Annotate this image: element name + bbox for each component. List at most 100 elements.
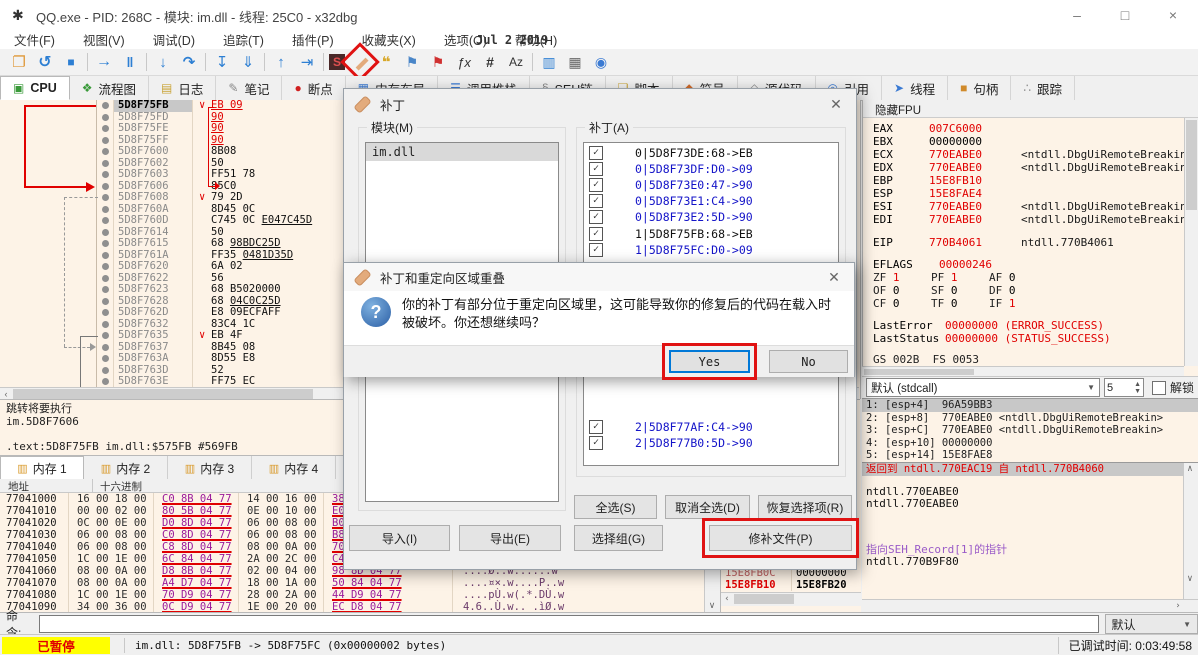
segment-registers-row[interactable]: GS 002B FS 0053	[863, 353, 1198, 366]
flag-cell[interactable]: PF 1	[931, 271, 989, 284]
dump-row[interactable]: 77041080 1C 00 1E 00 70 D9 04 77 28 00 2…	[0, 589, 720, 601]
breakpoint-gutter[interactable]	[96, 319, 113, 331]
instruction-bytes[interactable]: 8D55 E8	[193, 353, 255, 365]
register-row[interactable]: EBP 15E8FB10	[863, 174, 1198, 187]
patch-checkbox[interactable]: ✓	[589, 420, 603, 434]
patch-checkbox[interactable]: ✓	[589, 227, 603, 241]
instruction-address[interactable]: 5D8F7635	[113, 330, 193, 342]
close-icon[interactable]: ✕	[826, 96, 846, 113]
view-tab[interactable]: ✎ 笔记	[216, 76, 282, 100]
flag-cell[interactable]: ZF 1	[873, 271, 931, 284]
toolbar-icon[interactable]: →	[93, 51, 115, 73]
argument-row[interactable]: 4: [esp+10] 00000000	[862, 437, 1198, 450]
deselect-all-button[interactable]: 取消全选(D)	[665, 495, 750, 519]
toolbar-icon[interactable]: ↺	[34, 51, 56, 73]
toolbar-icon[interactable]: ■	[60, 51, 82, 73]
toolbar-icon[interactable]: ⇓	[237, 51, 259, 73]
breakpoint-dot[interactable]	[102, 148, 109, 155]
patch-file-button[interactable]: 修补文件(P)	[709, 525, 852, 551]
menu-item[interactable]: 追踪(T)	[209, 30, 278, 49]
instruction-address[interactable]: 5D8F75FB	[113, 100, 193, 112]
breakpoint-dot[interactable]	[102, 114, 109, 121]
confirm-dialog-titlebar[interactable]: 补丁和重定向区域重叠 ✕	[344, 263, 854, 291]
menu-item[interactable]: 视图(V)	[69, 30, 139, 49]
patch-list-item[interactable]: ✓ 1|5D8F75FC:D0->09	[584, 242, 838, 258]
toolbar-icon[interactable]	[264, 53, 265, 71]
stackinfo-hscrollbar[interactable]: ›	[862, 599, 1198, 613]
toolbar-icon[interactable]: ↓	[152, 51, 174, 73]
view-tab[interactable]: ▣ CPU	[0, 76, 70, 100]
breakpoint-dot[interactable]	[102, 217, 109, 224]
toolbar-icon[interactable]: ↧	[211, 51, 233, 73]
view-tab[interactable]: ▤ 日志	[149, 76, 216, 100]
memory-tab[interactable]: ▥ 内存 4	[252, 456, 336, 480]
toolbar-icon[interactable]	[87, 53, 88, 71]
minimize-button[interactable]: –	[1062, 6, 1092, 24]
breakpoint-gutter[interactable]	[96, 353, 113, 365]
patch-checkbox[interactable]: ✓	[589, 162, 603, 176]
dump-row[interactable]: 77041090 34 00 36 00 0C D9 04 77 1E 00 2…	[0, 601, 720, 612]
instruction-address[interactable]: 5D8F7603	[113, 169, 193, 181]
view-tab[interactable]: ∴ 跟踪	[1011, 76, 1075, 100]
flag-cell[interactable]: TF 0	[931, 297, 989, 310]
toolbar-icon[interactable]: ▦	[564, 51, 586, 73]
stack-info-pane[interactable]: 返回到 ntdll.770EAC19 自 ntdll.770B4060 ntdl…	[862, 462, 1198, 613]
eflags-row[interactable]: EFLAGS 00000246	[863, 258, 1198, 271]
toolbar-icon[interactable]: ▬	[344, 46, 375, 77]
unlock-checkbox[interactable]	[1152, 381, 1166, 395]
view-tab[interactable]: ❖ 流程图	[70, 76, 149, 100]
stack-row[interactable]: 15E8FB10 15E8FB20	[721, 579, 861, 591]
flag-cell[interactable]: CF 0	[873, 297, 931, 310]
breakpoint-gutter[interactable]	[96, 181, 113, 193]
breakpoint-gutter[interactable]	[96, 215, 113, 227]
module-list-item[interactable]: im.dll	[366, 143, 558, 161]
breakpoint-gutter[interactable]	[96, 284, 113, 296]
view-tab[interactable]: ● 断点	[282, 76, 345, 100]
breakpoint-dot[interactable]	[102, 137, 109, 144]
menu-item[interactable]: 插件(P)	[278, 30, 348, 49]
close-icon[interactable]: ✕	[824, 269, 844, 286]
patch-list-item[interactable]: ✓ 2|5D8F77AF:C4->90	[584, 419, 838, 435]
yes-button[interactable]: Yes	[669, 350, 750, 373]
register-row[interactable]: EBX 00000000	[863, 135, 1198, 148]
breakpoint-gutter[interactable]	[96, 192, 113, 204]
patch-checkbox[interactable]: ✓	[589, 436, 603, 450]
toolbar-icon[interactable]	[146, 53, 147, 71]
calling-convention-select[interactable]: 默认 (stdcall) ▼	[866, 378, 1100, 397]
scroll-up-icon[interactable]: ∧	[1184, 463, 1196, 475]
toolbar-icon[interactable]: ⚑	[427, 51, 449, 73]
flag-cell[interactable]: AF 0	[989, 271, 1047, 284]
patch-list-item[interactable]: ✓ 0|5D8F73DF:D0->09	[584, 161, 838, 177]
last-status-row[interactable]: LastStatus 00000000 (STATUS_SUCCESS)	[863, 332, 1198, 345]
patch-checkbox[interactable]: ✓	[589, 210, 603, 224]
memory-tab[interactable]: ▥ 内存 2	[84, 456, 168, 480]
toolbar-icon[interactable]: Az	[505, 51, 527, 73]
patch-list-item[interactable]: ✓ 0|5D8F73E2:5D->90	[584, 209, 838, 225]
breakpoint-dot[interactable]	[102, 332, 109, 339]
view-tab[interactable]: ➤ 线程	[882, 76, 948, 100]
command-mode-dropdown[interactable]: 默认 ▼	[1105, 614, 1198, 634]
registers-vscrollbar[interactable]	[1184, 118, 1198, 366]
patch-list-item[interactable]: ✓ 0|5D8F73E1:C4->90	[584, 193, 838, 209]
toolbar-icon[interactable]	[205, 53, 206, 71]
register-row[interactable]: EDX 770EABE0 <ntdll.DbgUiRemoteBreakin>	[863, 161, 1198, 174]
flag-cell[interactable]: IF 1	[989, 297, 1047, 310]
toolbar-icon[interactable]	[323, 53, 324, 71]
patch-checkbox[interactable]: ✓	[589, 146, 603, 160]
restore-selection-button[interactable]: 恢复选择项(R)	[758, 495, 852, 519]
flag-cell[interactable]: OF 0	[873, 284, 931, 297]
breakpoint-gutter[interactable]	[96, 112, 113, 124]
patch-checkbox[interactable]: ✓	[589, 194, 603, 208]
arg-count-stepper[interactable]: 5 ▲▼	[1104, 378, 1144, 397]
register-row[interactable]: EDI 770EABE0 <ntdll.DbgUiRemoteBreakin>	[863, 213, 1198, 226]
instruction-address[interactable]: 5D8F7615	[113, 238, 193, 250]
instruction-address[interactable]: 5D8F762D	[113, 307, 193, 319]
toolbar-icon[interactable]: ⇥	[296, 51, 318, 73]
toolbar-icon[interactable]: ❝	[375, 51, 397, 73]
breakpoint-dot[interactable]	[102, 286, 109, 293]
stepper-arrows-icon[interactable]: ▲▼	[1134, 381, 1141, 395]
menu-item[interactable]: 文件(F)	[0, 30, 69, 49]
argument-row[interactable]: 5: [esp+14] 15E8FAE8	[862, 449, 1198, 462]
breakpoint-dot[interactable]	[102, 125, 109, 132]
stackinfo-vscrollbar[interactable]: ∧ ∨	[1183, 463, 1198, 599]
